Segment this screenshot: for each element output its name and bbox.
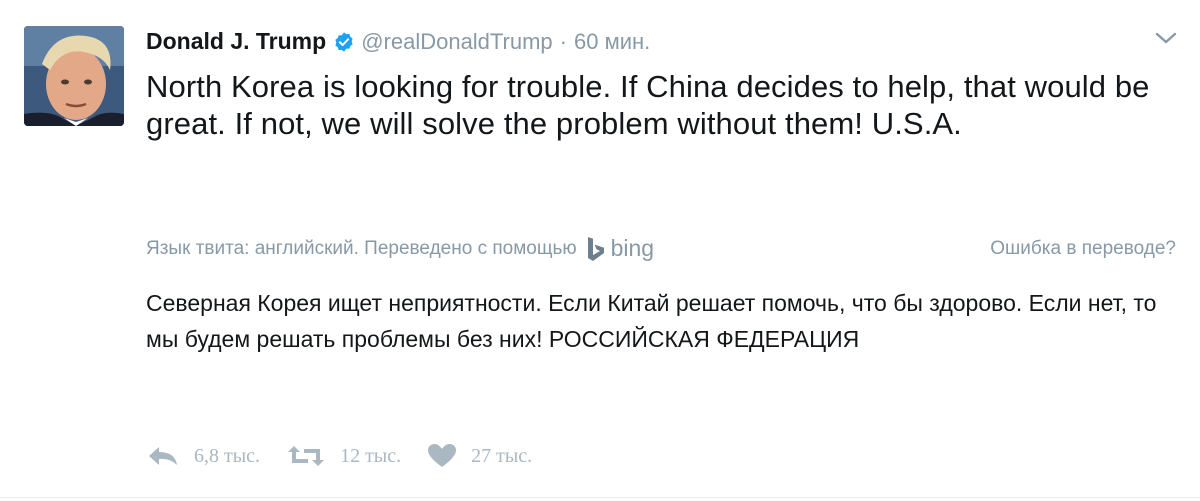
tweet-actions: 6,8 тыс. 12 тыс. 27 тыс. (146, 443, 532, 469)
avatar-portrait-icon (24, 26, 124, 126)
chevron-down-icon[interactable] (1154, 30, 1178, 46)
reply-icon (149, 447, 177, 465)
tweet-card: Donald J. Trump @realDonaldTrump · 60 ми… (0, 0, 1200, 501)
retweet-count: 12 тыс. (340, 444, 402, 467)
reply-count: 6,8 тыс. (194, 444, 261, 467)
bing-logo-icon (587, 236, 604, 261)
tweet-header: Donald J. Trump @realDonaldTrump · 60 ми… (146, 28, 650, 55)
tweet-text: North Korea is looking for trouble. If C… (146, 69, 1150, 141)
retweet-icon (288, 446, 325, 466)
bing-label: bing (610, 235, 655, 261)
bing-attribution[interactable]: bing (587, 235, 654, 262)
verified-badge-icon (333, 31, 355, 53)
author-handle[interactable]: @realDonaldTrump (361, 29, 552, 55)
avatar[interactable] (24, 26, 124, 126)
divider (0, 497, 1200, 498)
author-name[interactable]: Donald J. Trump (146, 28, 326, 55)
like-button[interactable]: 27 тыс. (427, 443, 532, 469)
translation-error-link[interactable]: Ошибка в переводе? (990, 238, 1176, 260)
translation-language-note: Язык твита: английский. Переведено с пом… (146, 237, 577, 259)
tweet-timestamp[interactable]: 60 мин. (574, 29, 650, 55)
retweet-button[interactable]: 12 тыс. (286, 444, 401, 468)
like-count: 27 тыс. (471, 444, 533, 467)
header-separator: · (559, 28, 567, 54)
heart-icon (428, 444, 457, 467)
translation-bar: Язык твита: английский. Переведено с пом… (146, 235, 1176, 262)
reply-button[interactable]: 6,8 тыс. (146, 444, 260, 468)
translated-text: Северная Корея ищет неприятности. Если К… (146, 290, 1157, 352)
